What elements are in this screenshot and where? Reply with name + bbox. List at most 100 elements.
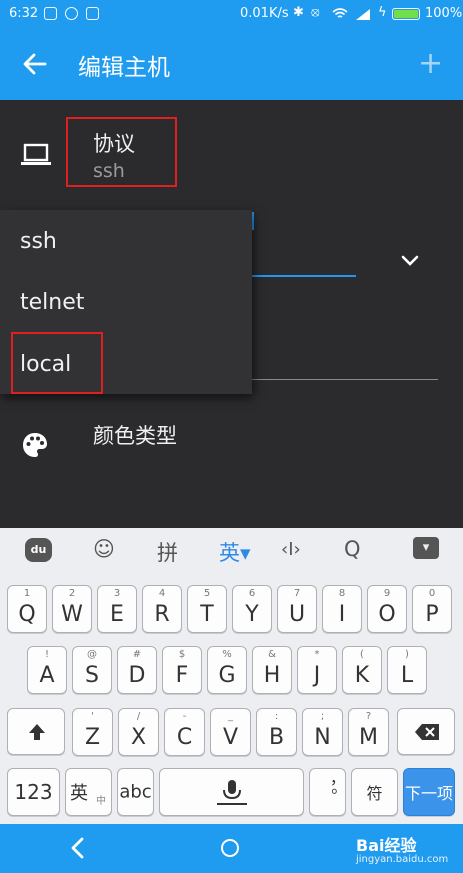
key-n[interactable]: ; N [302, 708, 343, 756]
key-primary-label: F [175, 663, 189, 688]
key-a[interactable]: ! A [27, 646, 67, 694]
key-primary-label: H [263, 663, 281, 688]
space-key[interactable] [159, 768, 304, 816]
symbol-key-label: 符 [366, 784, 383, 803]
cursor-move-icon[interactable]: ‹I› [281, 539, 301, 560]
key-h[interactable]: & H [252, 646, 292, 694]
dropdown-option-telnet[interactable]: telnet [20, 290, 84, 315]
key-d[interactable]: # D [117, 646, 157, 694]
language-switch-key[interactable]: 英 中 [65, 768, 112, 816]
emoji-icon[interactable]: ☺ [93, 537, 115, 561]
key-secondary-label: ' [91, 711, 94, 722]
search-icon[interactable]: Q [344, 537, 361, 561]
soft-keyboard: du ☺ 拼 英▾ ‹I› Q ▾ 1 Q 2 W 3 E 4 R 5 T 6 Y 7 U 8 I 9 O 0 P! A… [0, 528, 463, 824]
language-key-sub: 中 [96, 796, 106, 807]
key-primary-label: V [222, 725, 239, 750]
key-r[interactable]: 4R [142, 585, 182, 633]
shift-key[interactable] [7, 708, 65, 755]
next-field-key-label: 下一项 [404, 784, 453, 803]
hide-keyboard-icon[interactable]: ▾ [413, 537, 439, 559]
next-field-key[interactable]: 下一项 [403, 768, 455, 816]
key-secondary-label: & [268, 649, 276, 660]
key-k[interactable]: (K [342, 646, 382, 694]
key-secondary-label: 7 [293, 588, 301, 599]
network-speed: 0.01K/s [240, 6, 289, 21]
key-s[interactable]: @ S [72, 646, 112, 694]
highlight-box-protocol [66, 117, 177, 187]
key-primary-label: Q [18, 602, 36, 627]
key-primary-label: K [354, 663, 370, 688]
key-l[interactable]: ) L [387, 646, 427, 694]
key-w[interactable]: 2W [52, 585, 92, 633]
key-secondary-label: 2 [68, 588, 76, 599]
key-secondary-label: 6 [248, 588, 256, 599]
key-primary-label: X [130, 725, 147, 750]
key-primary-label: P [425, 602, 439, 627]
key-u[interactable]: 7U [277, 585, 317, 633]
key-primary-label: J [313, 663, 321, 688]
key-secondary-label: @ [87, 649, 97, 660]
key-secondary-label: _ [228, 711, 233, 722]
wifi-icon [332, 8, 348, 18]
key-o[interactable]: 9O [367, 585, 407, 633]
punctuation-key-label: ，。 [318, 780, 338, 804]
key-z[interactable]: ' Z [72, 708, 113, 756]
key-e[interactable]: 3E [97, 585, 137, 633]
baidu-logo-icon[interactable]: du [25, 538, 52, 562]
key-b[interactable]: :B [256, 708, 297, 756]
key-y[interactable]: 6Y [232, 585, 272, 633]
symbol-key[interactable]: 符 [351, 768, 398, 816]
status-time: 6:32 [9, 6, 39, 21]
key-f[interactable]: $ F [162, 646, 202, 694]
key-secondary-label: / [136, 711, 141, 722]
key-m[interactable]: ? M [348, 708, 389, 756]
key-x[interactable]: / X [118, 708, 159, 756]
app-notification-icon [65, 7, 78, 20]
key-t[interactable]: 5T [187, 585, 227, 633]
field-underline[interactable] [252, 379, 438, 380]
key-v[interactable]: _ V [210, 708, 251, 756]
text-cursor [252, 212, 254, 230]
punctuation-key[interactable]: ，。 [309, 768, 346, 816]
key-primary-label: A [39, 663, 55, 688]
key-j[interactable]: * J [297, 646, 337, 694]
abc-key[interactable]: abc [117, 768, 154, 816]
key-secondary-label: - [182, 711, 187, 722]
key-primary-label: G [218, 663, 236, 688]
key-primary-label: M [359, 725, 378, 750]
key-primary-label: Y [245, 602, 259, 627]
key-primary-label: B [268, 725, 285, 750]
status-bar: 6:32 0.01K/s ✱ ⦻ ϟ 100% [0, 0, 463, 29]
nav-back-icon[interactable] [66, 836, 88, 860]
pinyin-mode-button[interactable]: 拼 [157, 537, 178, 567]
plus-icon[interactable]: + [418, 49, 443, 79]
key-c[interactable]: -C [164, 708, 205, 756]
key-q[interactable]: 1Q [7, 585, 47, 633]
key-secondary-label: 4 [158, 588, 166, 599]
dropdown-option-ssh[interactable]: ssh [20, 229, 57, 254]
color-type-label: 颜色类型 [93, 424, 177, 448]
abc-key-label: abc [119, 781, 152, 803]
key-secondary-label: # [132, 649, 142, 660]
key-primary-label: Z [84, 725, 101, 750]
palette-icon [23, 433, 47, 457]
backspace-key[interactable] [397, 708, 455, 755]
arrow-left-icon[interactable] [20, 49, 50, 79]
chevron-down-icon[interactable] [400, 254, 420, 268]
key-secondary-label: ! [44, 649, 49, 660]
key-secondary-label: 5 [203, 588, 211, 599]
key-i[interactable]: 8I [322, 585, 362, 633]
key-g[interactable]: % G [207, 646, 247, 694]
bluetooth-icon: ✱ [293, 5, 304, 20]
key-p[interactable]: 0P [412, 585, 452, 633]
english-mode-button[interactable]: 英▾ [219, 537, 251, 567]
focused-field-underline[interactable] [252, 275, 356, 277]
key-secondary-label: $ [178, 649, 186, 660]
navigation-bar: Bai经验 jingyan.baidu.com [0, 824, 463, 873]
key-primary-label: R [154, 602, 170, 627]
key-secondary-label: * [314, 649, 320, 660]
numbers-key[interactable]: 123 [7, 768, 60, 816]
nav-home-icon[interactable] [221, 839, 239, 857]
key-secondary-label: 3 [113, 588, 121, 599]
key-secondary-label: ? [365, 711, 372, 722]
